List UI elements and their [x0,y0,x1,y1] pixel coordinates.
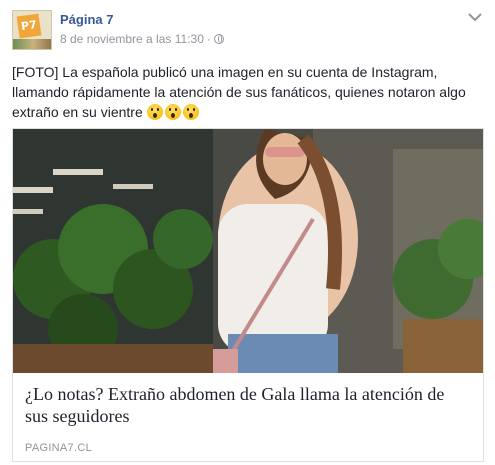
page-avatar[interactable]: P7 [12,10,52,50]
link-preview-body[interactable]: ¿Lo notas? Extraño abdomen de Gala llama… [13,373,483,461]
link-preview-image[interactable] [13,129,483,373]
link-preview-title[interactable]: ¿Lo notas? Extraño abdomen de Gala llama… [25,383,471,427]
facebook-post: P7 Página 7 8 de noviembre a las 11:30 · … [0,0,495,465]
astonished-face-icon [146,104,163,120]
avatar-logo: P7 [16,13,42,39]
chevron-down-icon[interactable] [468,12,482,22]
emoji-group [146,104,201,120]
page-name-link[interactable]: Página 7 [60,12,113,27]
astonished-face-icon [164,104,181,120]
link-preview-domain: PAGINA7.CL [25,442,92,454]
astonished-face-icon [182,104,199,120]
post-timestamp[interactable]: 8 de noviembre a las 11:30 [60,32,204,46]
post-text: [FOTO] La española publicó una imagen en… [12,62,484,122]
photo-illustration [13,129,483,373]
globe-icon[interactable] [213,34,224,44]
avatar-photo-strip [13,39,51,49]
post-header: P7 Página 7 8 de noviembre a las 11:30 · [12,10,484,50]
post-meta: 8 de noviembre a las 11:30 · [60,32,224,46]
link-preview-card[interactable]: ¿Lo notas? Extraño abdomen de Gala llama… [12,128,484,462]
meta-separator: · [206,32,211,46]
post-message: [FOTO] La española publicó una imagen en… [12,64,466,120]
